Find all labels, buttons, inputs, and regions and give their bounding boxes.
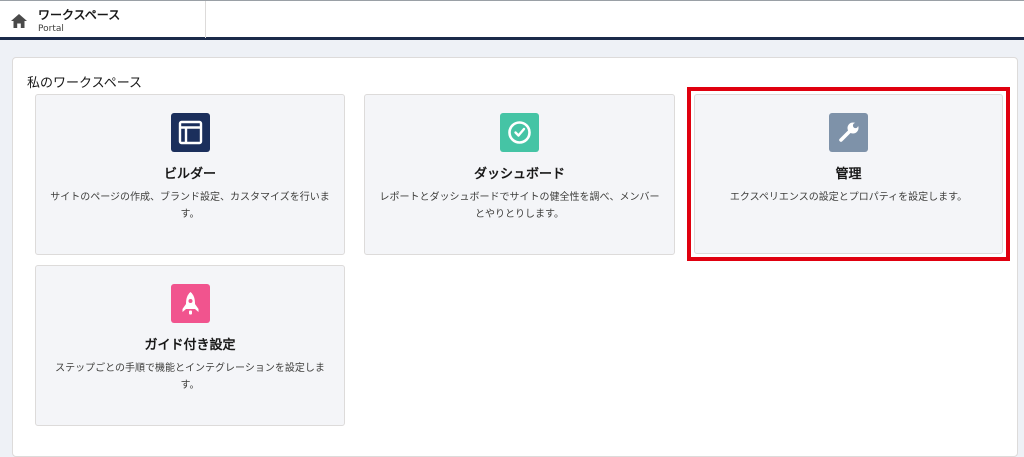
workspace-subtitle: Portal [38, 24, 64, 34]
top-bar: ワークスペース Portal [0, 0, 1024, 40]
admin-card[interactable]: 管理 エクスペリエンスの設定とプロパティを設定します。 [694, 94, 1003, 254]
my-workspaces-panel: 私のワークスペース ビルダー サイトのページの作成、ブランド設定、カスタマイズを… [12, 57, 1018, 457]
builder-card[interactable]: ビルダー サイトのページの作成、ブランド設定、カスタマイズを行います。 [35, 94, 345, 255]
workspace-title: ワークスペース [38, 8, 121, 22]
card-title: ビルダー [163, 167, 216, 182]
card-description: ステップごとの手順で機能とインテグレーションを設定します。 [55, 363, 325, 391]
card-description: エクスペリエンスの設定とプロパティを設定します。 [729, 192, 968, 203]
builder-layout-icon [170, 113, 210, 152]
workspace-home-button[interactable]: ワークスペース Portal [0, 1, 206, 38]
rocket-icon [170, 284, 210, 323]
card-title: ガイド付き設定 [144, 338, 236, 353]
home-icon [10, 13, 28, 29]
card-title: ダッシュボード [473, 167, 565, 182]
card-title: 管理 [835, 167, 862, 182]
card-description: サイトのページの作成、ブランド設定、カスタマイズを行います。 [50, 192, 330, 220]
wrench-icon [829, 113, 868, 152]
dashboard-card[interactable]: ダッシュボード レポートとダッシュボードでサイトの健全性を調べ、メンバーとやりと… [364, 94, 675, 255]
card-description: レポートとダッシュボードでサイトの健全性を調べ、メンバーとやりとりします。 [379, 192, 660, 220]
guided-setup-card[interactable]: ガイド付き設定 ステップごとの手順で機能とインテグレーションを設定します。 [35, 265, 345, 426]
dashboard-gauge-icon [500, 113, 539, 152]
section-title: 私のワークスペース [27, 76, 143, 91]
